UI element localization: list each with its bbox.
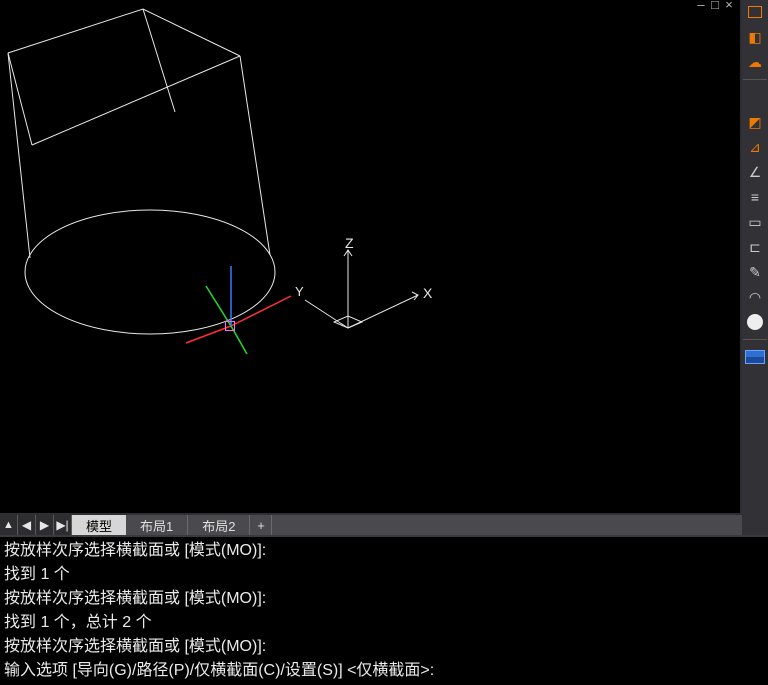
viewport-restore-icon[interactable]: □ [710,0,720,10]
viewport-window-controls: – □ × [696,0,734,10]
layout-tabs: ▲ ◀ ▶ ▶| 模型 布局1 布局2 + [0,515,742,535]
rect-open-icon[interactable]: ⊏ [744,237,766,257]
command-line: 找到 1 个，总计 2 个 [4,611,764,635]
tab-nav-prev[interactable]: ◀ [18,515,36,535]
tab-nav-last[interactable]: ▶| [54,515,72,535]
arc-icon[interactable]: ◠ [744,287,766,307]
tab-model[interactable]: 模型 [72,515,126,535]
rect-icon[interactable]: ▭ [744,212,766,232]
main-area: Z X Y – □ × [0,0,742,515]
toolbar-separator-2 [743,339,767,340]
edge-icon[interactable]: ✎ [744,262,766,282]
tab-layout1[interactable]: 布局1 [126,515,188,535]
pick-cursor [225,321,235,331]
join-icon[interactable]: ⊿ [744,137,766,157]
model-viewport[interactable]: Z X Y – □ × [0,0,742,515]
tablue-icon[interactable] [744,347,766,367]
angle-icon[interactable]: ∠ [744,162,766,182]
axis-z-label: Z [345,235,354,251]
tab-nav-first[interactable]: ▲ [0,515,18,535]
circle-icon[interactable] [744,312,766,332]
toolbar-separator [743,79,767,80]
tab-add-button[interactable]: + [250,515,272,535]
viewport-minimize-icon[interactable]: – [696,0,706,10]
command-window[interactable]: 按放样次序选择横截面或 [模式(MO)]: 找到 1 个 按放样次序选择横截面或… [0,535,768,685]
viewport-close-icon[interactable]: × [724,0,734,10]
command-line: 按放样次序选择横截面或 [模式(MO)]: [4,539,764,563]
command-line: 按放样次序选择横截面或 [模式(MO)]: [4,635,764,659]
cube-icon[interactable] [744,2,766,22]
command-line: 找到 1 个 [4,563,764,587]
tab-layout2[interactable]: 布局2 [188,515,250,535]
axis-y-label: Y [295,284,304,299]
command-line: 输入选项 [导向(G)/路径(P)/仅横截面(C)/设置(S)] <仅横截面>: [4,659,764,683]
shape-icon[interactable]: ◧ [744,27,766,47]
chamfer-icon[interactable]: ◩ [744,112,766,132]
command-line: 按放样次序选择横截面或 [模式(MO)]: [4,587,764,611]
cloud-icon[interactable]: ☁ [744,52,766,72]
lines-icon[interactable]: ≡ [744,187,766,207]
axis-x-label: X [423,285,433,301]
tab-nav-next[interactable]: ▶ [36,515,54,535]
wireframe-drawing: Z X Y [0,0,742,515]
square-icon[interactable] [744,87,766,107]
